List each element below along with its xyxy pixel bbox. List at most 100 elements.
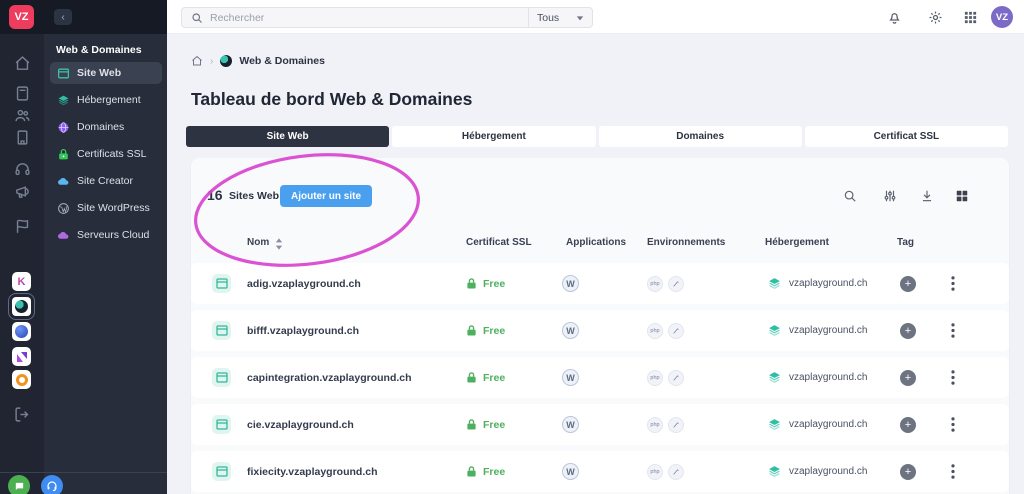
tab-hebergement[interactable]: Hébergement — [392, 126, 595, 147]
sidebar-item-serveurs-cloud[interactable]: Serveurs Cloud — [50, 224, 162, 246]
column-header-environnements[interactable]: Environnements — [647, 237, 725, 248]
search-input[interactable] — [210, 12, 510, 24]
application-wordpress[interactable]: W — [562, 263, 579, 304]
hosting-stack-icon — [57, 94, 70, 107]
sidebar-item-site-creator[interactable]: Site Creator — [50, 170, 162, 192]
sidebar-collapse-button[interactable]: ‹ — [54, 9, 72, 25]
environments: php — [647, 451, 684, 492]
table-grid-view-icon[interactable] — [950, 184, 974, 208]
billing-calculator-icon[interactable] — [11, 82, 33, 104]
column-header-hebergement[interactable]: Hébergement — [765, 237, 829, 248]
php-badge[interactable]: php — [647, 323, 663, 339]
row-menu-icon[interactable] — [946, 263, 960, 304]
tab-certificat-ssl[interactable]: Certificat SSL — [805, 126, 1008, 147]
row-menu-icon[interactable] — [946, 310, 960, 351]
sort-icon[interactable] — [275, 238, 283, 250]
ssl-lock-icon — [466, 371, 477, 384]
column-header-tag[interactable]: Tag — [897, 237, 914, 248]
site-name[interactable]: fixiecity.vzaplayground.ch — [247, 451, 378, 492]
php-badge[interactable]: php — [647, 370, 663, 386]
chat-button[interactable] — [8, 475, 30, 494]
site-name[interactable]: cie.vzaplayground.ch — [247, 404, 354, 445]
breadcrumb-current[interactable]: Web & Domaines — [239, 55, 325, 67]
hosting[interactable]: vzaplayground.ch — [768, 263, 867, 304]
tab-site-web[interactable]: Site Web — [186, 126, 389, 147]
home-icon[interactable] — [11, 52, 33, 74]
hosting[interactable]: vzaplayground.ch — [768, 404, 867, 445]
sidebar-item-label: Site Creator — [77, 175, 133, 187]
settings-gear-icon[interactable] — [923, 5, 947, 29]
site-icon — [212, 263, 231, 304]
pencil-badge-icon[interactable] — [668, 417, 684, 433]
add-tag-icon[interactable]: + — [900, 276, 916, 292]
feedback-flag-icon[interactable] — [11, 215, 33, 237]
table-row[interactable]: adig.vzaplayground.ch Free W php vzaplay… — [191, 263, 1009, 304]
column-header-nom[interactable]: Nom — [247, 237, 269, 248]
logout-icon[interactable] — [11, 403, 33, 425]
breadcrumb-home-icon[interactable] — [191, 55, 203, 67]
tab-domaines[interactable]: Domaines — [599, 126, 802, 147]
apps-grid-icon[interactable] — [958, 5, 982, 29]
application-wordpress[interactable]: W — [562, 310, 579, 351]
sidebar-item-domaines[interactable]: Domaines — [50, 116, 162, 138]
app-blue-sphere-icon[interactable] — [12, 322, 31, 341]
add-tag-icon[interactable]: + — [900, 370, 916, 386]
add-tag-icon[interactable]: + — [900, 323, 916, 339]
hosting[interactable]: vzaplayground.ch — [768, 357, 867, 398]
notifications-bell-icon[interactable] — [882, 5, 906, 29]
row-menu-icon[interactable] — [946, 451, 960, 492]
table-row[interactable]: capintegration.vzaplayground.ch Free W p… — [191, 357, 1009, 398]
hosting[interactable]: vzaplayground.ch — [768, 310, 867, 351]
row-menu-icon[interactable] — [946, 357, 960, 398]
app-kdrive-icon[interactable]: K — [12, 272, 31, 291]
row-menu-icon[interactable] — [946, 404, 960, 445]
brand-logo[interactable]: VZ — [9, 5, 34, 29]
application-wordpress[interactable]: W — [562, 357, 579, 398]
table-download-icon[interactable] — [915, 184, 939, 208]
column-header-applications[interactable]: Applications — [566, 237, 626, 248]
column-header-ssl[interactable]: Certificat SSL — [466, 237, 532, 248]
table-row[interactable]: cie.vzaplayground.ch Free W php vzaplayg… — [191, 404, 1009, 445]
add-tag-icon[interactable]: + — [900, 464, 916, 480]
table-search-icon[interactable] — [838, 184, 862, 208]
php-badge[interactable]: php — [647, 276, 663, 292]
support-headset-icon[interactable] — [11, 158, 33, 180]
lock-icon — [57, 148, 70, 161]
site-name[interactable]: bifff.vzaplayground.ch — [247, 310, 359, 351]
app-purple-shapes-icon[interactable] — [12, 347, 31, 366]
site-name[interactable]: capintegration.vzaplayground.ch — [247, 357, 412, 398]
sites-count-label: Sites Web — [229, 190, 279, 202]
sidebar-item-certificats-ssl[interactable]: Certificats SSL — [50, 143, 162, 165]
add-site-button[interactable]: Ajouter un site — [280, 185, 372, 207]
pencil-badge-icon[interactable] — [668, 464, 684, 480]
users-icon[interactable] — [11, 104, 33, 126]
hosting[interactable]: vzaplayground.ch — [768, 451, 867, 492]
pencil-badge-icon[interactable] — [668, 370, 684, 386]
ssl-label: Free — [483, 325, 505, 337]
sidebar-item-site-web[interactable]: Site Web — [50, 62, 162, 84]
table-row[interactable]: bifff.vzaplayground.ch Free W php vzapla… — [191, 310, 1009, 351]
php-badge[interactable]: php — [647, 464, 663, 480]
application-wordpress[interactable]: W — [562, 451, 579, 492]
add-tag-icon[interactable]: + — [900, 417, 916, 433]
organization-building-icon[interactable] — [11, 126, 33, 148]
table-filter-icon[interactable] — [878, 184, 902, 208]
search-scope-dropdown[interactable]: Tous — [528, 8, 592, 27]
user-avatar[interactable]: VZ — [991, 6, 1013, 28]
site-name[interactable]: adig.vzaplayground.ch — [247, 263, 361, 304]
sidebar-item-site-wordpress[interactable]: Site WordPress — [50, 197, 162, 219]
app-web-domains-icon[interactable] — [12, 297, 31, 316]
assistance-button[interactable] — [41, 475, 63, 494]
scope-value: Tous — [537, 12, 559, 24]
announcement-megaphone-icon[interactable] — [11, 180, 33, 202]
environments: php — [647, 310, 684, 351]
sidebar-item-hebergement[interactable]: Hébergement — [50, 89, 162, 111]
app-orange-ring-icon[interactable] — [12, 370, 31, 389]
table-row[interactable]: fixiecity.vzaplayground.ch Free W php vz… — [191, 451, 1009, 492]
php-badge[interactable]: php — [647, 417, 663, 433]
global-search[interactable]: Tous — [181, 7, 593, 28]
application-wordpress[interactable]: W — [562, 404, 579, 445]
search-icon — [191, 12, 203, 24]
pencil-badge-icon[interactable] — [668, 323, 684, 339]
pencil-badge-icon[interactable] — [668, 276, 684, 292]
